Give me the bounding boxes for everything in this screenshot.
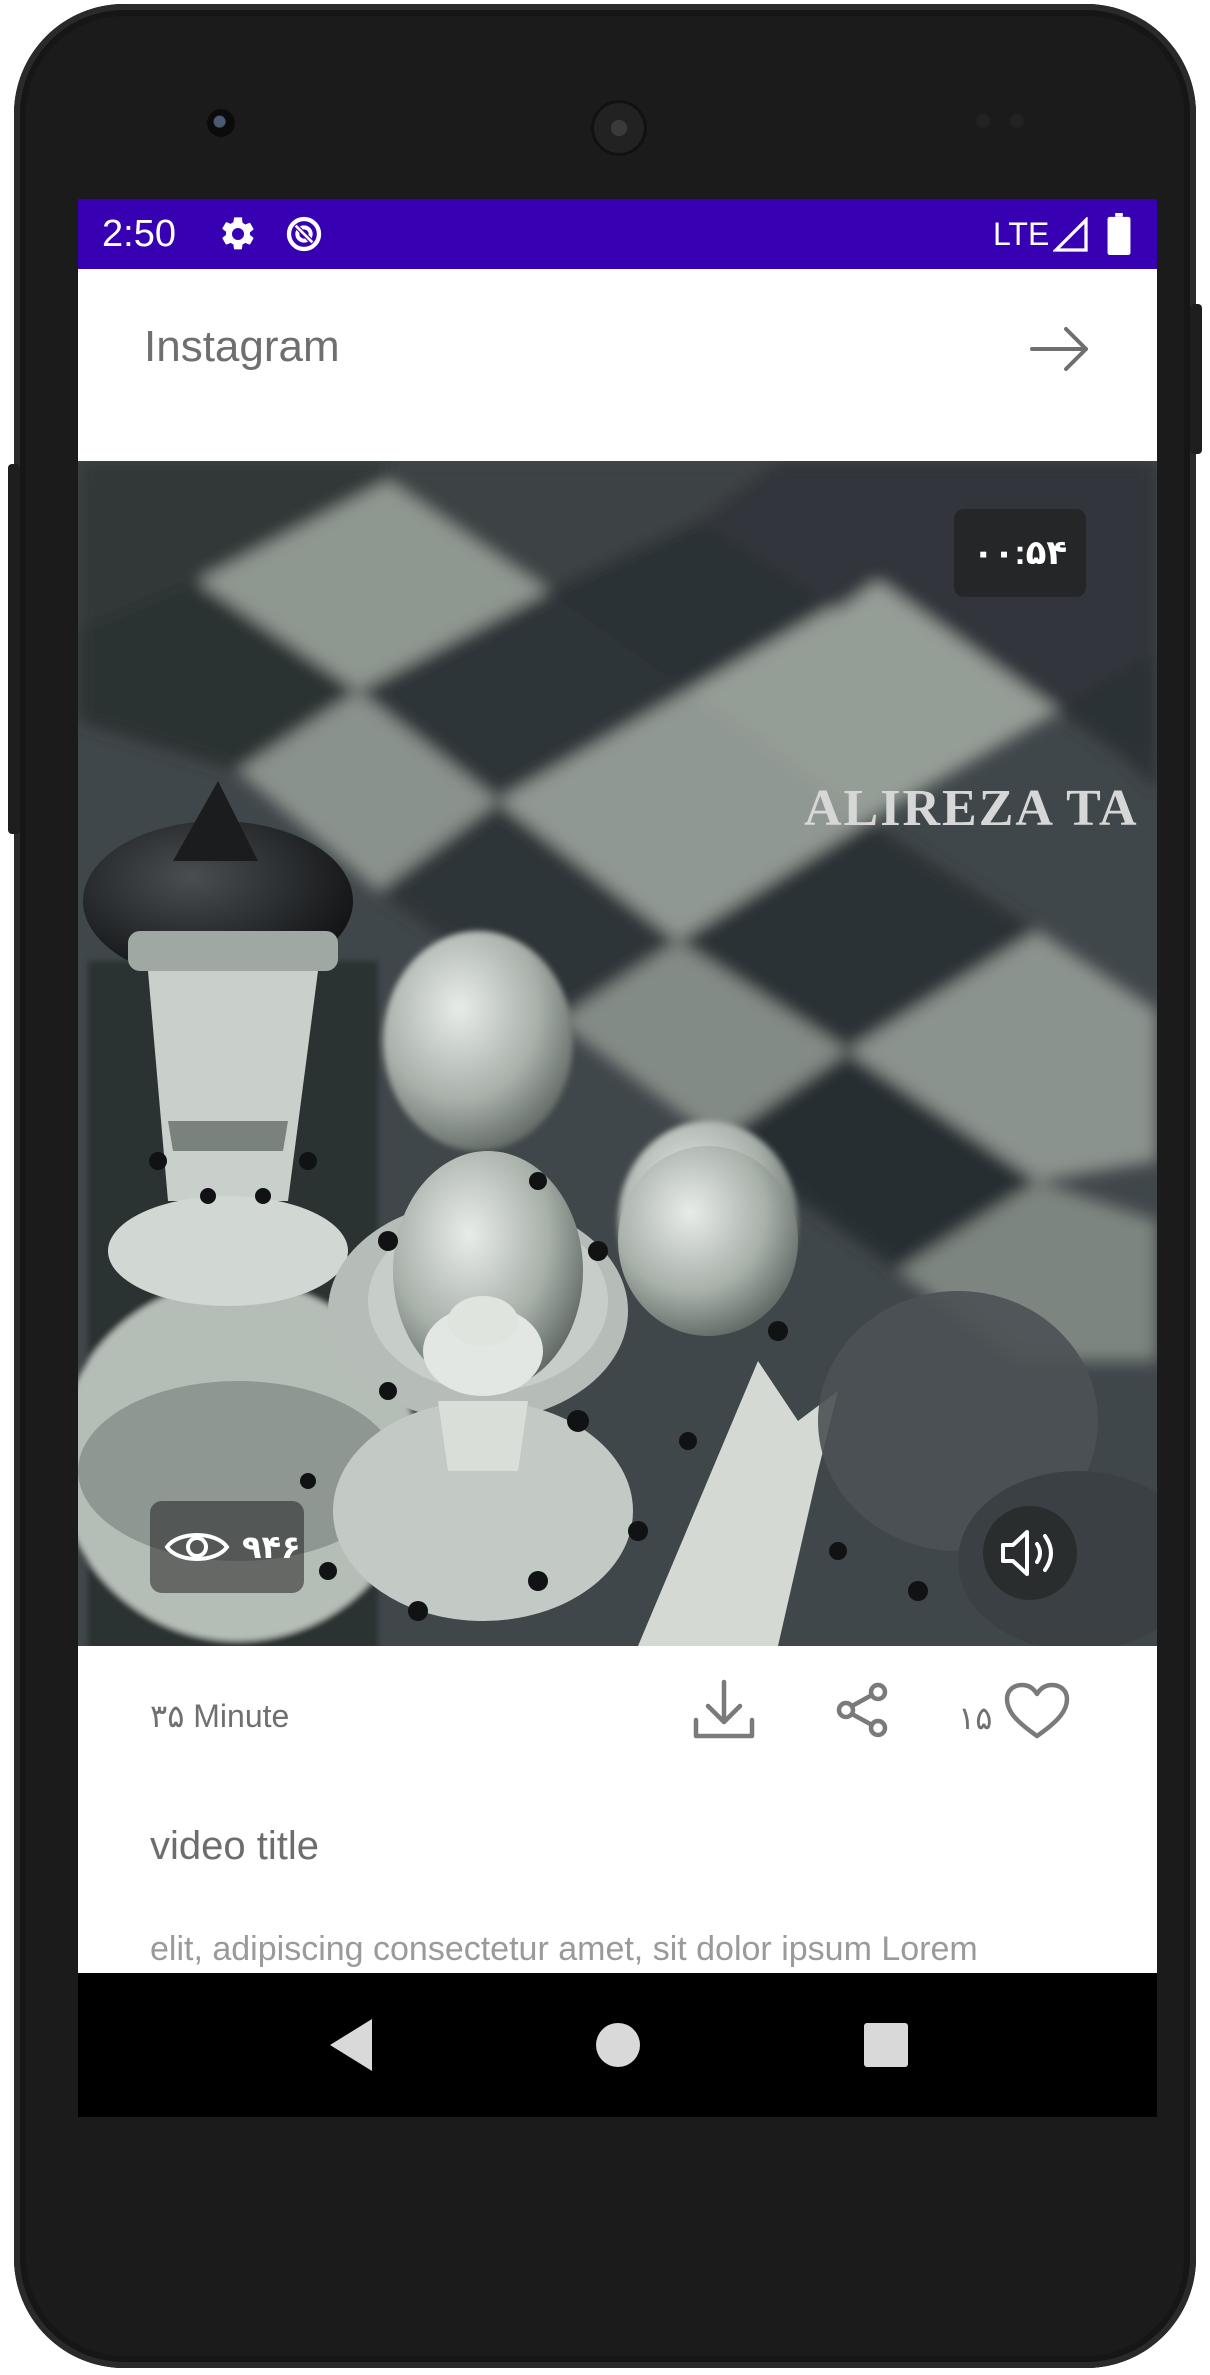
proximity-sensor — [976, 114, 990, 128]
heart-icon[interactable] — [1004, 1682, 1070, 1740]
recents-icon[interactable] — [854, 2013, 918, 2077]
light-sensor — [1010, 114, 1024, 128]
post-actions-row: ۳۵ Minute ۱۵ — [78, 1646, 1157, 1796]
views-badge: ۹۴۶ — [150, 1501, 304, 1593]
battery-icon — [1107, 213, 1131, 255]
phone-frame: 2:50 LTE Instagram ۰۰:۵۴ ALIREZA TA ۹۴۶ … — [8, 4, 1202, 2368]
download-icon[interactable] — [692, 1678, 756, 1744]
video-duration-badge: ۰۰:۵۴ — [954, 509, 1086, 597]
video-frame — [78, 461, 1157, 1646]
volume-icon — [1001, 1530, 1053, 1576]
video-description: elit, adipiscing consectetur amet, sit d… — [150, 1930, 978, 1968]
home-icon[interactable] — [586, 2013, 650, 2077]
data-saver-icon — [286, 216, 322, 252]
app-title: Instagram — [144, 322, 340, 371]
video-player[interactable]: ۰۰:۵۴ ALIREZA TA ۹۴۶ — [78, 461, 1157, 1646]
front-camera — [207, 109, 235, 137]
earpiece-speaker — [591, 100, 647, 156]
status-bar: 2:50 LTE — [78, 199, 1157, 269]
share-icon[interactable] — [834, 1682, 890, 1738]
video-title: video title — [150, 1824, 319, 1868]
signal-icon — [1053, 217, 1088, 252]
system-nav-bar — [78, 1973, 1157, 2117]
post-duration-label: ۳۵ Minute — [150, 1698, 290, 1734]
volume-button[interactable] — [983, 1506, 1077, 1600]
eye-icon — [164, 1533, 230, 1561]
volume-button — [8, 464, 20, 834]
likes-count: ۱۵ — [958, 1700, 993, 1736]
video-watermark-text: ALIREZA TA — [804, 780, 1139, 837]
views-count: ۹۴۶ — [242, 1529, 301, 1565]
power-button — [1190, 304, 1202, 454]
screen: 2:50 LTE Instagram ۰۰:۵۴ ALIREZA TA ۹۴۶ … — [78, 199, 1157, 2117]
network-type: LTE — [993, 216, 1050, 252]
back-icon[interactable] — [320, 2013, 384, 2077]
arrow-right-icon[interactable] — [1028, 319, 1092, 379]
app-bar: Instagram — [78, 269, 1157, 461]
settings-icon — [222, 217, 254, 250]
status-time: 2:50 — [102, 213, 176, 255]
